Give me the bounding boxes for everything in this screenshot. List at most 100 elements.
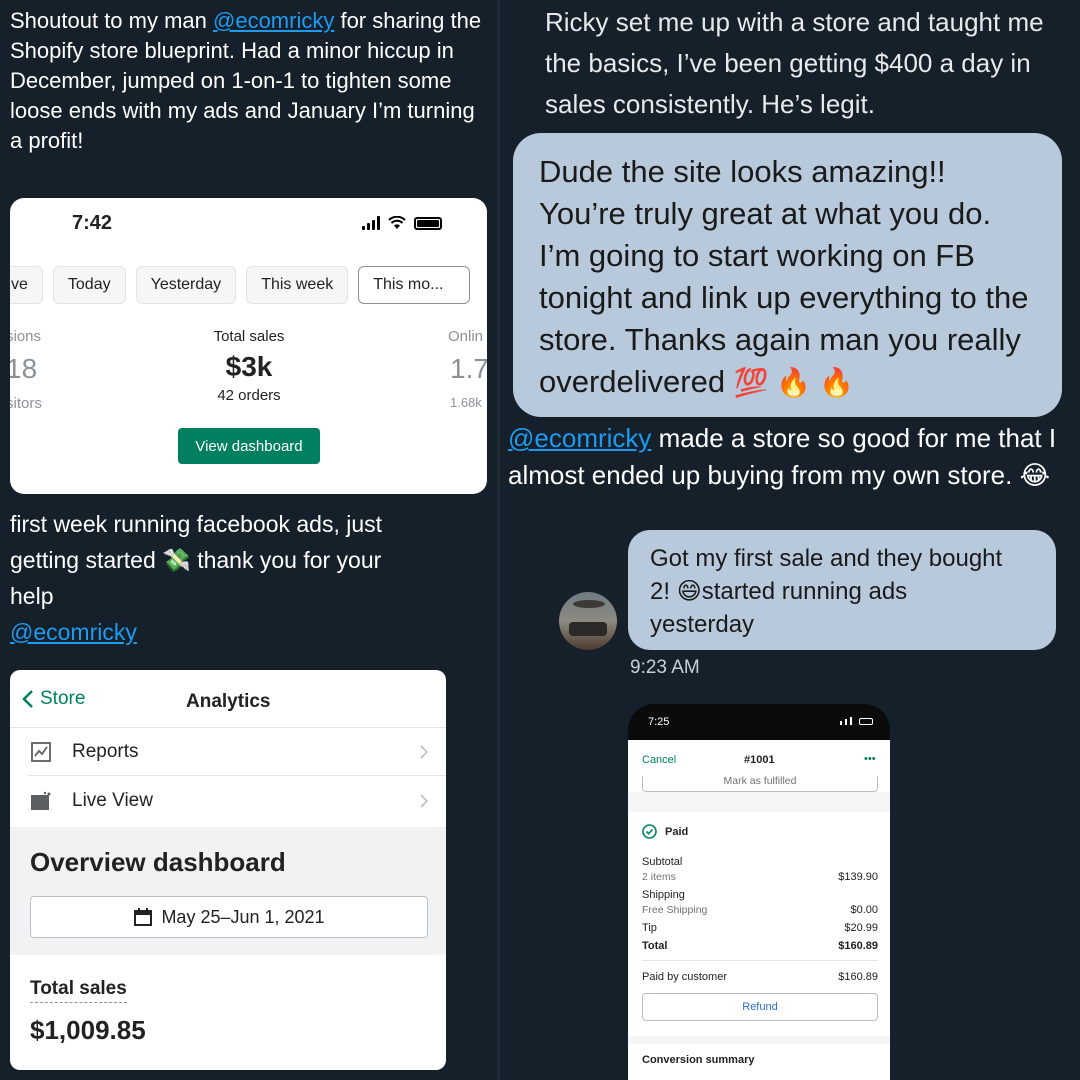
chat-text: started running ads: [701, 578, 908, 605]
sessions-label: sions: [10, 328, 42, 345]
tweet-facebook-ads: first week running facebook ads, just ge…: [10, 506, 490, 650]
tab-partial[interactable]: ve: [10, 266, 43, 304]
status-icons: [362, 216, 442, 230]
status-icons: [840, 717, 873, 725]
avatar-umbrella: [573, 600, 605, 608]
chevron-right-icon: [420, 744, 428, 759]
orders-count: 42 orders: [217, 387, 281, 404]
date-tabs: ve Today Yesterday This week This mo...: [10, 266, 471, 304]
payment-card: Paid Subtotal 2 items $139.90 Shipping F…: [628, 812, 890, 1036]
back-button[interactable]: Store: [22, 688, 85, 710]
sessions-value: 18: [10, 353, 38, 384]
overview-title: Overview dashboard: [30, 847, 286, 877]
battery-icon: [414, 216, 442, 230]
mark-fulfilled-button[interactable]: Mark as fulfilled: [642, 776, 878, 792]
calendar-icon: [134, 908, 153, 926]
status-time: 7:42: [72, 212, 113, 234]
mention-link[interactable]: @ecomricky: [10, 614, 490, 650]
hundred-fire-emoji-icon: 💯 🔥 🔥: [733, 367, 854, 398]
signal-icon: [362, 216, 380, 230]
tab-today[interactable]: Today: [52, 266, 126, 304]
tweet-store-good: @ecomricky made a store so good for me t…: [508, 420, 1074, 494]
shipping-method: Free Shipping: [642, 904, 708, 916]
laughing-emoji-icon: 😂: [1019, 460, 1050, 490]
tab-this-month[interactable]: This mo...: [358, 266, 471, 304]
reports-icon: [31, 741, 51, 762]
tip-label: Tip: [642, 922, 657, 934]
total-label: Total: [642, 940, 668, 952]
mark-fulfilled-label: Mark as fulfilled: [723, 776, 797, 787]
total-sales-block: Total sales $3k 42 orders: [174, 328, 324, 404]
refund-label: Refund: [742, 1001, 778, 1013]
status-time: 7:25: [648, 716, 670, 728]
reports-label: Reports: [72, 740, 139, 762]
message-text: Dude the site looks amazing!! You’re tru…: [539, 154, 1029, 399]
chat-text: yesterday: [650, 611, 755, 638]
live-view-icon: [31, 791, 51, 810]
date-range-label: May 25–Jun 1, 2021: [161, 906, 325, 927]
order-title: #1001: [744, 754, 775, 766]
mention-link[interactable]: @ecomricky: [508, 423, 651, 453]
total-sales-value: $3k: [225, 351, 273, 382]
reports-row[interactable]: Reports: [28, 728, 446, 776]
column-divider: [497, 0, 500, 1080]
items-count: 2 items: [642, 871, 676, 883]
date-range-button[interactable]: May 25–Jun 1, 2021: [30, 896, 428, 938]
view-dashboard-button[interactable]: View dashboard: [178, 428, 320, 464]
check-circle-icon: [642, 824, 657, 839]
order-nav: Cancel #1001 ••• Mark as fulfilled: [628, 740, 890, 792]
chat-text: Got my first sale and they bought: [650, 545, 1003, 572]
online-label: Onlin: [448, 328, 484, 345]
online-sub: 1.68k: [450, 395, 482, 410]
wifi-icon: [388, 216, 406, 229]
back-label: Store: [40, 688, 86, 709]
live-view-label: Live View: [72, 790, 153, 811]
tweet-text: thank you for your: [197, 547, 382, 573]
money-emoji-icon: 💸: [162, 547, 191, 573]
tweet-store-setup: Ricky set me up with a store and taught …: [545, 2, 1065, 125]
avatar: [559, 592, 617, 650]
tweet-text: Ricky set me up with a store and taught …: [545, 7, 1044, 119]
paid-by-customer-value: $160.89: [838, 971, 878, 983]
tweet-shoutout: Shoutout to my man @ecomricky for sharin…: [10, 6, 490, 156]
paid-divider: [642, 960, 878, 961]
conversion-title: Conversion summary: [642, 1054, 755, 1066]
total-sales-label: Total sales: [30, 978, 127, 1003]
analytics-screenshot: Store Analytics Reports Live View Overvi…: [10, 670, 446, 1070]
live-view-row[interactable]: Live View: [28, 777, 446, 825]
avatar-detail: [569, 622, 607, 636]
shipping-label: Shipping: [642, 889, 685, 901]
order-screenshot: 7:25 Cancel #1001 ••• Mark as fulfilled …: [628, 704, 890, 1080]
tweet-text: getting started: [10, 547, 156, 573]
chat-timestamp: 9:23 AM: [630, 657, 700, 678]
paid-status: Paid: [642, 824, 688, 839]
chat-text: 2!: [650, 578, 671, 605]
subtotal-value: $139.90: [838, 871, 878, 883]
refund-button[interactable]: Refund: [642, 993, 878, 1021]
chat-bubble: Got my first sale and they bought 2! 😄st…: [628, 530, 1056, 650]
message-bubble: Dude the site looks amazing!! You’re tru…: [513, 133, 1062, 417]
cancel-button[interactable]: Cancel: [642, 754, 676, 766]
total-value: $160.89: [838, 940, 878, 952]
tab-this-week[interactable]: This week: [246, 266, 349, 304]
chevron-left-icon: [22, 690, 33, 708]
tweet-text: first week running facebook ads, just: [10, 511, 383, 537]
analytics-header: Store Analytics: [10, 670, 446, 728]
total-sales-value: $1,009.85: [30, 1015, 146, 1045]
total-sales-label: Total sales: [213, 328, 285, 345]
online-value: 1.7: [450, 353, 487, 384]
mention-link[interactable]: @ecomricky: [213, 8, 334, 33]
shipping-value: $0.00: [850, 904, 878, 916]
smile-emoji-icon: 😄: [676, 578, 702, 605]
page-title: Analytics: [186, 691, 271, 712]
more-button[interactable]: •••: [864, 753, 876, 765]
shopify-sales-screenshot: 7:42 ve Today Yesterday This week This m…: [10, 198, 487, 494]
subtotal-label: Subtotal: [642, 856, 683, 868]
paid-label: Paid: [665, 825, 689, 838]
order-screen: Cancel #1001 ••• Mark as fulfilled Paid …: [628, 740, 890, 1080]
paid-by-customer-label: Paid by customer: [642, 971, 727, 983]
tweet-text: Shoutout to my man: [10, 8, 213, 33]
tip-value: $20.99: [844, 922, 878, 934]
tab-yesterday[interactable]: Yesterday: [135, 266, 237, 304]
tweet-text: help: [10, 583, 54, 609]
